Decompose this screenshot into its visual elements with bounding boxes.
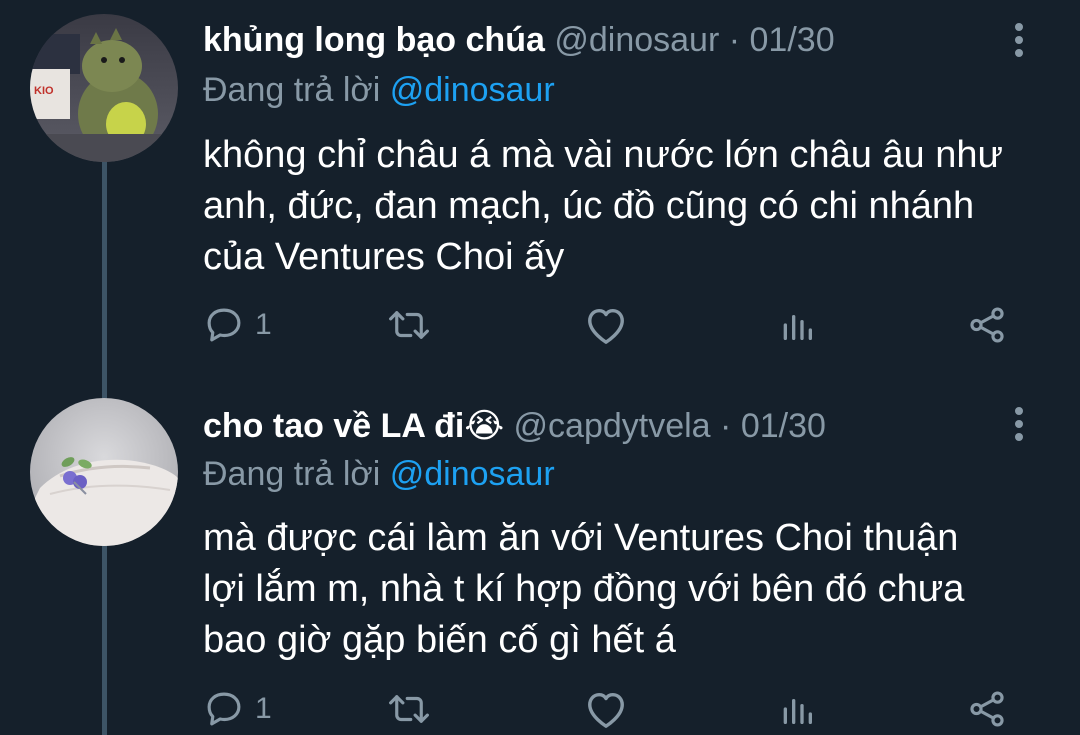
replying-to-mention[interactable]: @dinosaur	[390, 455, 555, 493]
username[interactable]: @dinosaur	[554, 21, 719, 59]
like-button[interactable]	[583, 686, 629, 732]
timestamp[interactable]: 01/30	[741, 407, 826, 445]
replying-to-label: Đang trả lời	[203, 455, 381, 493]
more-dot-icon	[1015, 420, 1023, 428]
tweet-header: cho tao về LA đi😭 @capdytvela · 01/30	[203, 404, 1020, 448]
more-dot-icon	[1015, 49, 1023, 57]
retweet-icon	[389, 695, 429, 723]
tweet[interactable]: cho tao về LA đi😭 @capdytvela · 01/30 Đa…	[0, 380, 1080, 735]
analytics-button[interactable]	[777, 302, 817, 348]
meta-separator: ·	[728, 21, 741, 59]
tweet-text-line: lợi lắm m, nhà t kí hợp đồng với bên đó …	[203, 568, 965, 610]
tweet-text-line: bao giờ gặp biến cố gì hết á	[203, 619, 676, 661]
timestamp[interactable]: 01/30	[750, 21, 835, 59]
avatar[interactable]	[30, 398, 178, 546]
retweet-button[interactable]	[386, 302, 432, 348]
tweet[interactable]: KIO khủng long bạo chúa @dinosaur · 01/3…	[0, 0, 1080, 380]
avatar[interactable]: KIO	[30, 14, 178, 162]
heart-icon	[588, 308, 624, 344]
reply-button[interactable]: 1	[203, 302, 272, 348]
tweet-actions: 1	[203, 302, 1013, 348]
replying-to-mention[interactable]: @dinosaur	[390, 71, 555, 109]
reply-icon	[207, 308, 241, 342]
share-button[interactable]	[965, 686, 1009, 732]
tweet-text-line: mà được cái làm ăn với Ventures Choi thu…	[203, 517, 959, 559]
analytics-button[interactable]	[777, 686, 817, 732]
tweet-text-line: của Ventures Choi ấy	[203, 236, 565, 278]
retweet-button[interactable]	[386, 686, 432, 732]
reply-button[interactable]: 1	[203, 686, 272, 732]
tweet-header: khủng long bạo chúa @dinosaur · 01/30	[203, 18, 1020, 62]
replying-to: Đang trả lời @dinosaur	[203, 452, 555, 496]
reply-count: 1	[255, 692, 272, 725]
tweet-text: mà được cái làm ăn với Ventures Choi thu…	[203, 513, 1053, 666]
replying-to-label: Đang trả lời	[203, 71, 381, 109]
svg-text:KIO: KIO	[34, 85, 54, 97]
share-icon	[970, 691, 1004, 727]
more-options-button[interactable]	[1008, 18, 1030, 62]
crying-face-emoji: 😭	[464, 407, 505, 445]
more-dot-icon	[1015, 36, 1023, 44]
display-name[interactable]: khủng long bạo chúa	[203, 21, 545, 59]
tweet-text: không chỉ châu á mà vài nước lớn châu âu…	[203, 130, 1053, 283]
heart-icon	[588, 692, 624, 728]
display-name[interactable]: cho tao về LA đi	[203, 407, 464, 445]
reply-icon	[207, 692, 241, 726]
share-icon	[970, 307, 1004, 343]
share-button[interactable]	[965, 302, 1009, 348]
meta-separator: ·	[720, 407, 732, 445]
retweet-icon	[389, 311, 429, 339]
reply-count: 1	[255, 308, 272, 341]
more-options-button[interactable]	[1008, 402, 1030, 446]
tweet-actions: 1	[203, 686, 1013, 732]
analytics-icon	[783, 699, 812, 724]
analytics-icon	[783, 315, 812, 340]
tweet-text-line: không chỉ châu á mà vài nước lớn châu âu…	[203, 134, 1003, 176]
username[interactable]: @capdytvela	[514, 407, 711, 445]
tweet-text-line: anh, đức, đan mạch, úc đồ cũng có chi nh…	[203, 185, 975, 227]
more-dot-icon	[1015, 433, 1023, 441]
more-dot-icon	[1015, 407, 1023, 415]
more-dot-icon	[1015, 23, 1023, 31]
replying-to: Đang trả lời @dinosaur	[203, 68, 555, 112]
like-button[interactable]	[583, 302, 629, 348]
